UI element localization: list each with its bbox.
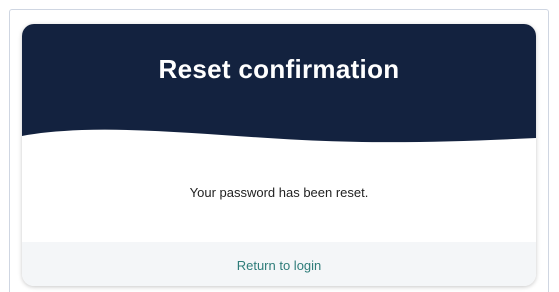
card-header: Reset confirmation [22,24,536,148]
confirmation-message: Your password has been reset. [189,185,369,200]
card-footer: Return to login [22,242,536,286]
page-title: Reset confirmation [158,54,400,84]
return-to-login-link[interactable]: Return to login [22,258,536,273]
header-wave-background [22,24,536,143]
reset-confirmation-card: Reset confirmation Your password has bee… [22,24,536,286]
